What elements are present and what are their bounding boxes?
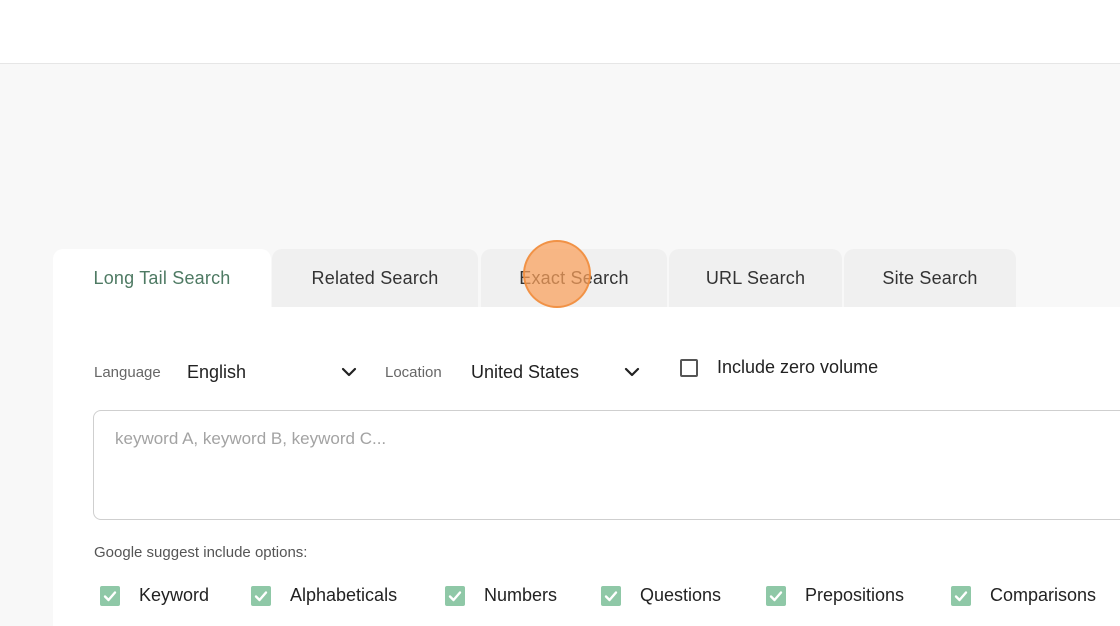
language-select[interactable]: English	[187, 357, 357, 387]
option-label: Prepositions	[805, 585, 905, 605]
tab-long-tail-search[interactable]: Long Tail Search	[53, 249, 271, 307]
alphabeticals-checkbox[interactable]	[251, 585, 271, 606]
option-label: Numbers	[484, 585, 558, 605]
option-label: Keyword	[139, 585, 210, 605]
option-label: Alphabeticals	[290, 585, 398, 605]
chevron-down-icon	[341, 367, 357, 377]
questions-checkbox[interactable]	[601, 585, 621, 606]
prepositions-checkbox[interactable]	[766, 585, 786, 606]
tab-related-search[interactable]: Related Search	[272, 249, 478, 307]
tab-url-search[interactable]: URL Search	[669, 249, 842, 307]
zero-volume-label: Include zero volume	[717, 357, 879, 377]
location-label: Location	[385, 364, 442, 381]
check-icon	[769, 590, 783, 601]
top-header-bar	[0, 0, 1120, 64]
option-comparisons[interactable]: Comparisons	[951, 585, 1096, 606]
check-icon	[254, 590, 268, 601]
check-icon	[604, 590, 618, 601]
option-prepositions[interactable]: Prepositions	[766, 585, 904, 606]
location-select[interactable]: United States	[471, 357, 640, 387]
chevron-down-icon	[624, 367, 640, 377]
option-numbers[interactable]: Numbers	[445, 585, 557, 606]
zero-volume-checkbox[interactable]	[680, 358, 698, 377]
check-icon	[448, 590, 462, 601]
language-value: English	[187, 361, 247, 382]
location-value: United States	[471, 361, 580, 382]
option-label: Questions	[640, 585, 722, 605]
option-questions[interactable]: Questions	[601, 585, 721, 606]
suggest-options-label: Google suggest include options:	[94, 544, 308, 561]
tab-site-search[interactable]: Site Search	[844, 249, 1016, 307]
include-zero-volume-toggle[interactable]: Include zero volume	[680, 357, 878, 378]
check-icon	[103, 590, 117, 601]
language-label: Language	[94, 364, 161, 381]
option-keyword[interactable]: Keyword	[100, 585, 209, 606]
keyword-input[interactable]	[94, 411, 1120, 519]
keyword-input-box[interactable]	[93, 410, 1120, 520]
numbers-checkbox[interactable]	[445, 585, 465, 606]
check-icon	[954, 590, 968, 601]
tab-exact-search[interactable]: Exact Search	[481, 249, 667, 307]
comparisons-checkbox[interactable]	[951, 585, 971, 606]
option-alphabeticals[interactable]: Alphabeticals	[251, 585, 397, 606]
option-label: Comparisons	[990, 585, 1097, 605]
search-panel: Language English Location United States …	[53, 307, 1120, 626]
keyword-checkbox[interactable]	[100, 585, 120, 606]
